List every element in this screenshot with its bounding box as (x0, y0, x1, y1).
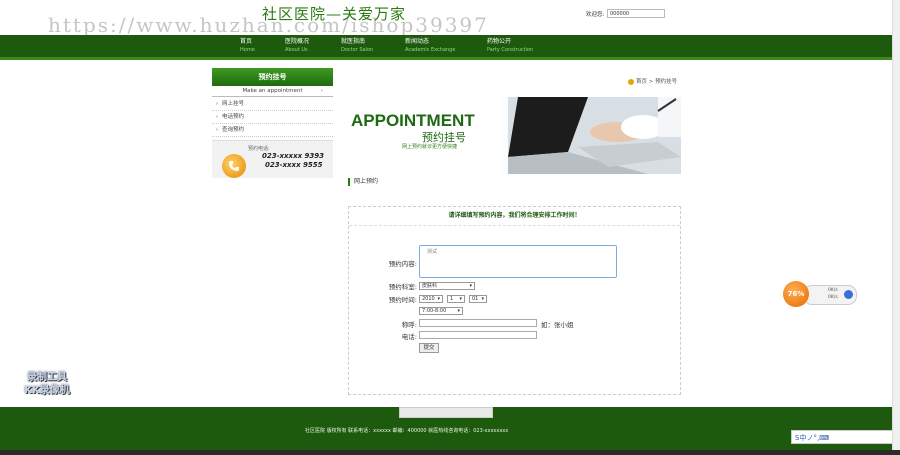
nav-label: 就医指南 (341, 38, 366, 45)
day-select-value: 01 (472, 296, 479, 302)
submit-button[interactable]: 提交 (419, 343, 439, 353)
sidebar-item-query[interactable]: › 查询预约 (212, 124, 333, 137)
site-title: 社区医院—关爱万家 (262, 5, 407, 23)
nav-guide[interactable]: 就医指南 Doctor Salon (341, 38, 373, 54)
contact-label: 预约电话: (248, 146, 270, 152)
nav-drugs[interactable]: 药物公开 Party Construction (487, 38, 533, 54)
sidebar-subtitle-text: Make an appointment (242, 88, 303, 94)
banner-title-en: APPOINTMENT (351, 111, 475, 130)
sidebar-title: 预约挂号 (212, 68, 333, 86)
memory-percent-badge: 76% (783, 281, 809, 307)
nav-home[interactable]: 首页 Home (240, 38, 255, 54)
sidebar-subtitle: Make an appointment › (212, 86, 333, 97)
chevron-down-icon: ▾ (481, 296, 484, 302)
year-select[interactable]: 2010 ▾ (419, 295, 443, 303)
dept-label: 预约科室: (388, 283, 417, 291)
nav-sublabel: Academic Exchange (405, 47, 456, 53)
dept-select-value: 皮肤科 (422, 283, 438, 289)
month-select-value: 1 (450, 296, 454, 302)
appointment-form: 请详细填写预约内容，我们将合理安排工作时间！ 预约内容: 测试 预约科室: 皮肤… (348, 206, 681, 395)
name-hint: 如：张小姐 (541, 321, 574, 329)
footer-tab (399, 407, 493, 418)
day-select[interactable]: 01 ▾ (469, 295, 487, 303)
breadcrumb-home[interactable]: 首页 (636, 79, 647, 85)
nav-news[interactable]: 新闻动态 Academic Exchange (405, 38, 455, 54)
upload-speed: 0K/s (828, 288, 838, 293)
recorder-logo: 录制工具 KK录像机 (14, 371, 80, 401)
laptop-hands-image (508, 97, 681, 174)
net-speed-widget[interactable]: 0K/s 0K/s 76% (783, 281, 859, 307)
vertical-scrollbar[interactable] (892, 0, 900, 450)
sidebar-item-label: 电话预约 (222, 114, 245, 120)
phone-label: 电话: (401, 333, 417, 341)
banner-description: 网上预约就诊更方便快捷 (402, 144, 458, 150)
time-slot-select[interactable]: 7:00-8:00 ▾ (419, 307, 463, 315)
chevron-right-icon: › (320, 88, 323, 94)
time-label: 预约时间: (388, 296, 417, 304)
taskbar-strip (0, 450, 900, 455)
nav-sublabel: Doctor Salon (341, 47, 374, 53)
chevron-down-icon: ▾ (469, 283, 472, 289)
breadcrumb: 首页 > 预约挂号 (628, 77, 677, 85)
section-title: 网上预约 (348, 178, 378, 186)
form-notice: 请详细填写预约内容，我们将合理安排工作时间！ (349, 207, 680, 226)
phone-number-2: 023-xxxx 9555 (265, 161, 323, 169)
sidebar-item-phone[interactable]: › 电话预约 (212, 111, 333, 124)
sidebar-item-label: 网上挂号 (222, 101, 245, 107)
sidebar-item-online[interactable]: › 网上挂号 (212, 98, 333, 111)
nav-label: 药物公开 (487, 38, 512, 45)
nav-label: 首页 (240, 38, 253, 45)
main-nav: 首页 Home 医院概况 About Us 就医指南 Doctor Salon 新闻动… (0, 35, 892, 60)
time-slot-value: 7:00-8:00 (422, 308, 447, 314)
chevron-down-icon: ▾ (437, 296, 440, 302)
chevron-down-icon: ▾ (459, 296, 462, 302)
breadcrumb-separator: > (648, 79, 654, 85)
recorder-line1: 录制工具 (27, 372, 67, 383)
phone-number-1: 023-xxxxx 9393 (262, 152, 325, 160)
arrow-right-icon: › (215, 127, 219, 133)
arrow-right-icon: › (215, 114, 219, 120)
phone-icon (222, 154, 246, 178)
year-select-value: 2010 (422, 296, 435, 302)
content-textarea[interactable]: 测试 (419, 245, 617, 278)
breadcrumb-current: 预约挂号 (655, 79, 678, 85)
speed-panel: 0K/s 0K/s (803, 285, 857, 305)
nav-sublabel: Home (240, 47, 255, 53)
sidebar-item-label: 查询预约 (222, 127, 245, 133)
phone-input[interactable] (419, 331, 537, 339)
appointment-banner: APPOINTMENT 预约挂号 网上预约就诊更方便快捷 (348, 97, 681, 174)
recorder-line2: KK录像机 (24, 385, 70, 396)
content-label: 预约内容: (388, 260, 417, 268)
name-label: 称呼: (401, 321, 417, 329)
home-icon (628, 78, 634, 85)
name-input[interactable] (419, 319, 537, 327)
nav-sublabel: About Us (285, 47, 308, 53)
arrow-right-icon: › (215, 101, 219, 107)
download-speed: 0K/s (828, 295, 838, 300)
contact-box: 预约电话: 023-xxxxx 9393 023-xxxx 9555 (212, 140, 333, 178)
welcome-label: 欢迎您: (586, 12, 605, 18)
chevron-down-icon: ▾ (457, 308, 460, 314)
nav-about[interactable]: 医院概况 About Us (285, 38, 309, 54)
nav-label: 医院概况 (285, 38, 310, 45)
ime-toolbar[interactable]: S中ノ°,⌨ (791, 430, 899, 444)
footer-text: 社区医院 版权所有 联系电话：xxxxxx 邮编：400000 就医热线咨询电话… (305, 428, 509, 434)
month-select[interactable]: 1 ▾ (447, 295, 465, 303)
nav-sublabel: Party Construction (487, 47, 534, 53)
dept-select[interactable]: 皮肤科 ▾ (419, 282, 475, 290)
boost-icon (844, 290, 853, 299)
welcome-user-field: 000000 (607, 9, 665, 18)
nav-label: 新闻动态 (405, 38, 430, 45)
